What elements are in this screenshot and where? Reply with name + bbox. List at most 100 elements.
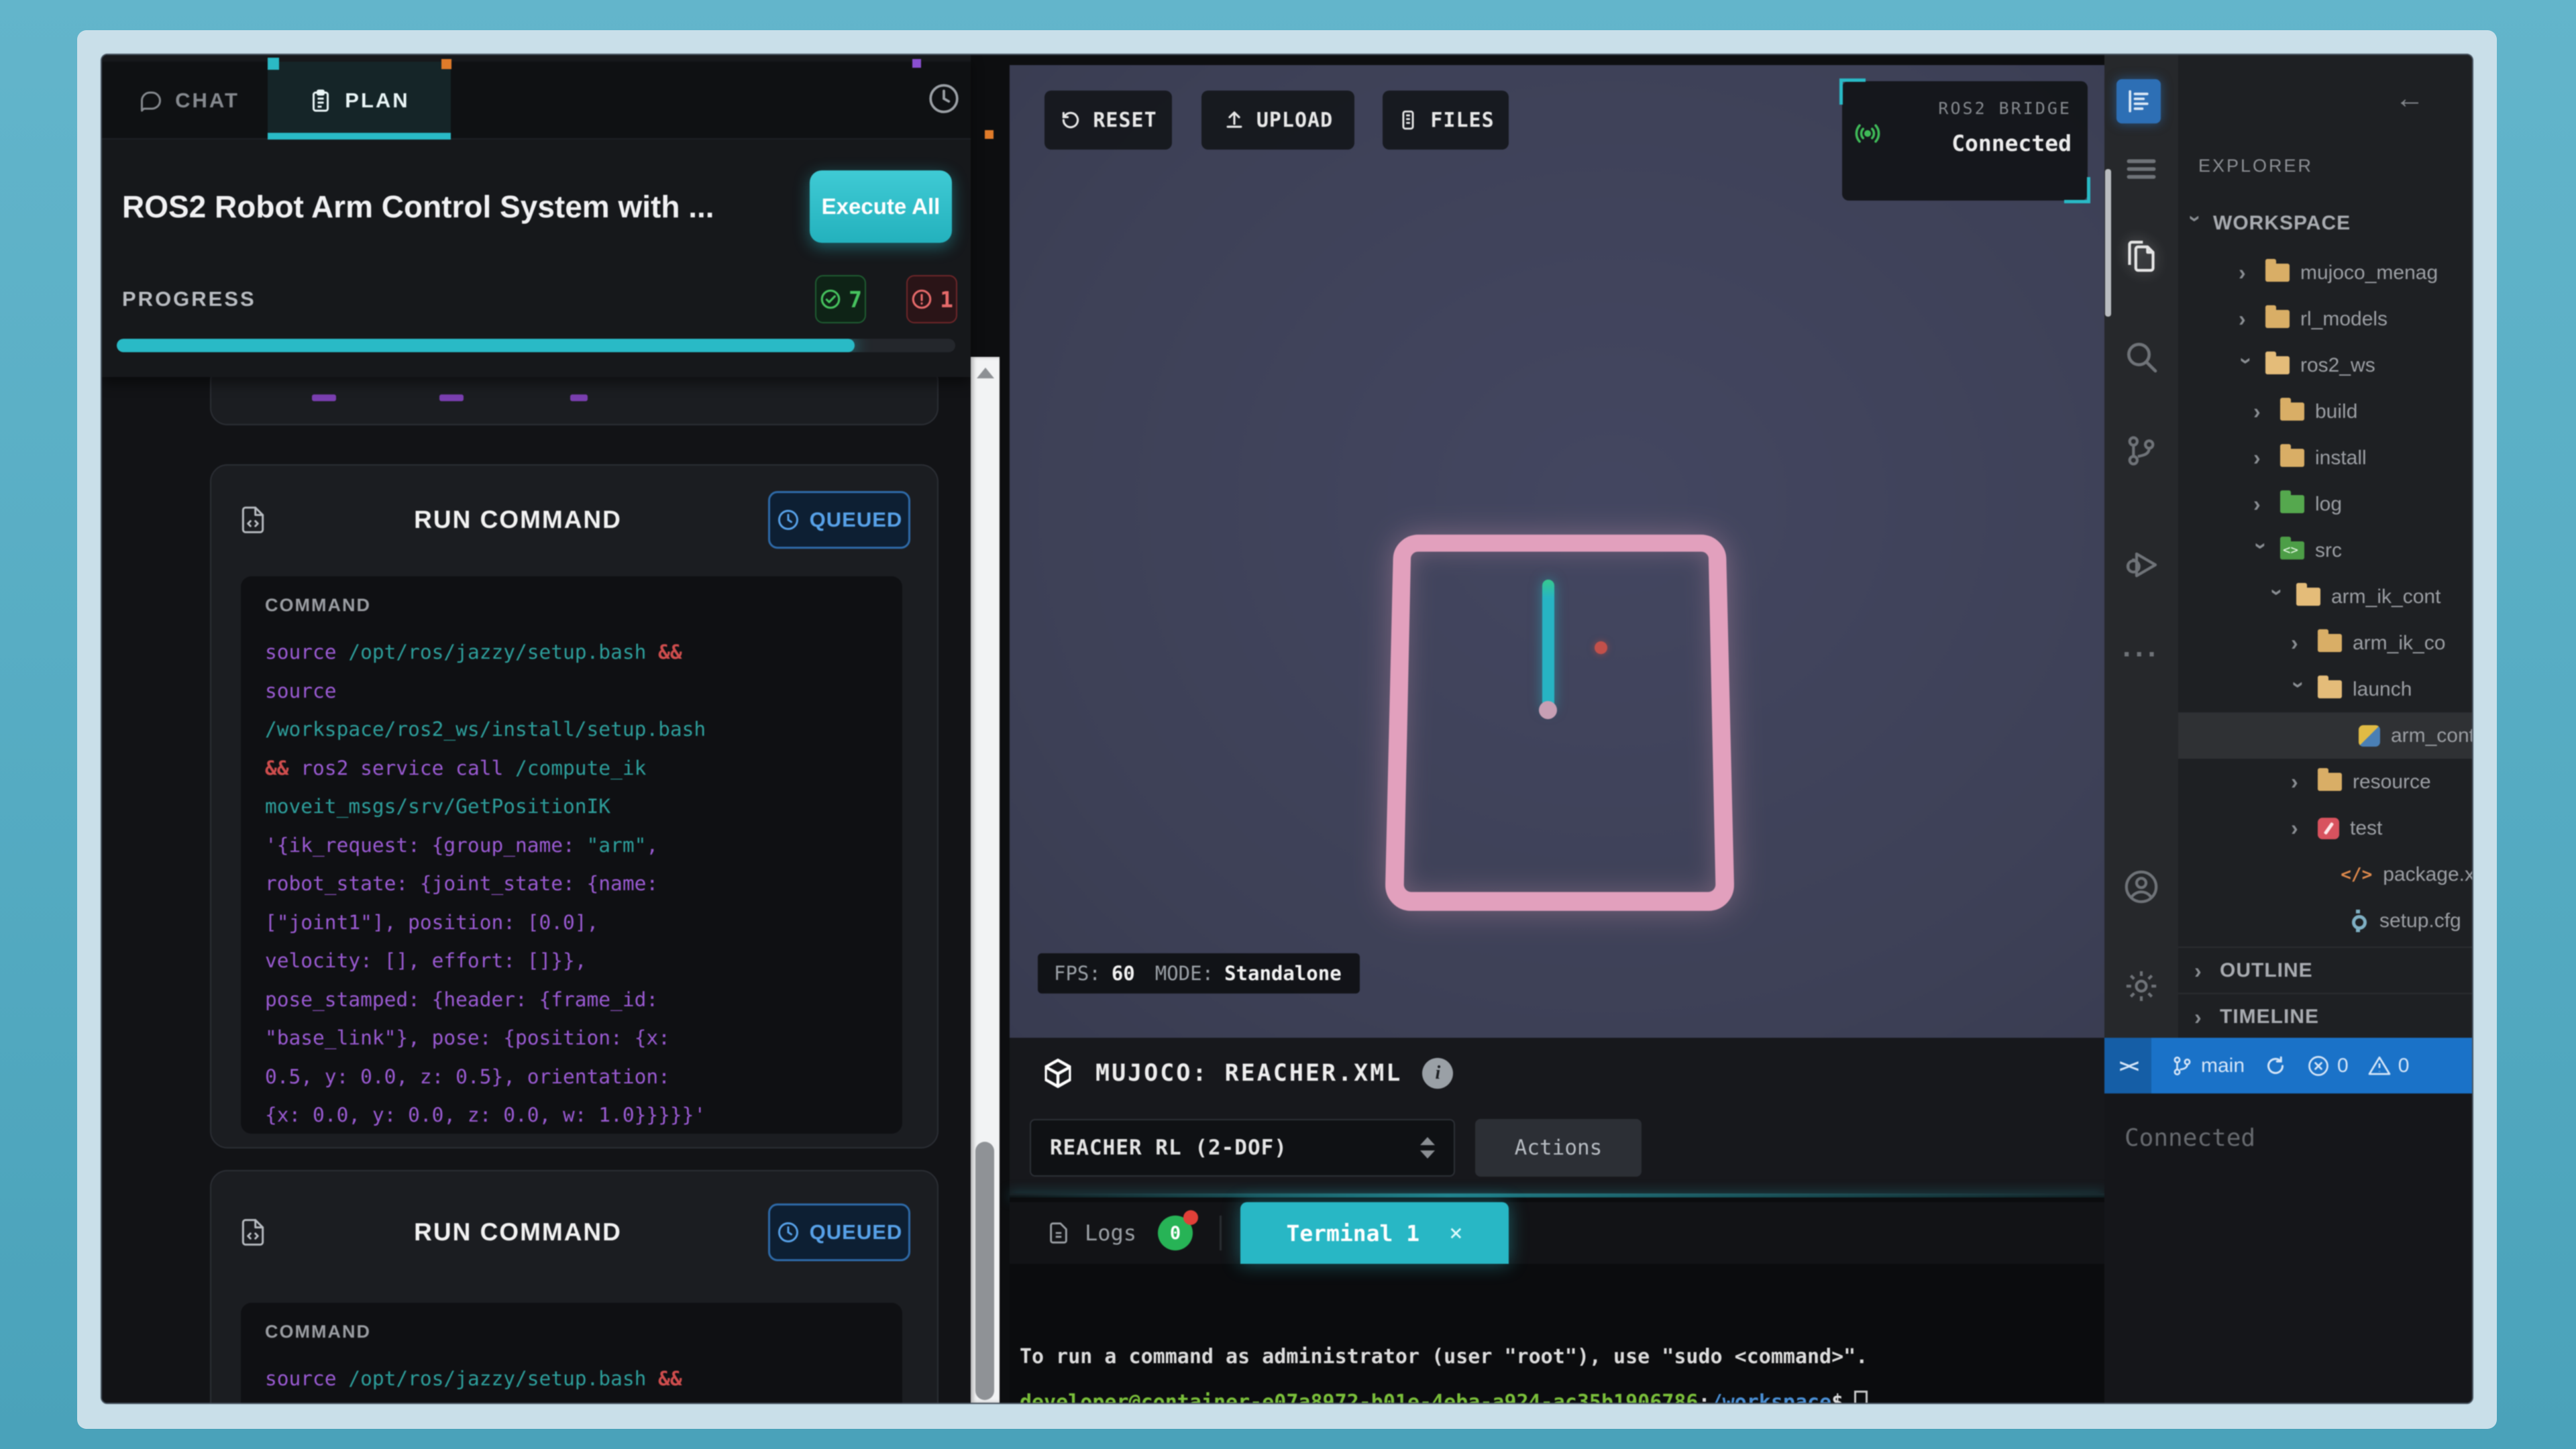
warnings-item[interactable]: 0 <box>2367 1054 2410 1078</box>
tab-plan[interactable]: PLAN <box>268 62 451 140</box>
tab-chat[interactable]: CHAT <box>111 62 268 140</box>
tree-item-arm_ik_cont[interactable]: › arm_ik_cont <box>2178 574 2473 620</box>
remote-indicator[interactable]: >< <box>2104 1038 2151 1093</box>
timeline-section[interactable]: › TIMELINE <box>2178 993 2473 1038</box>
connection-footer: Connected <box>2104 1093 2473 1403</box>
chevron-down-icon: › <box>2249 543 2274 559</box>
tab-terminal-1[interactable]: Terminal 1 × <box>1240 1202 1509 1264</box>
archive-icon <box>1397 109 1419 131</box>
tree-item-resource[interactable]: ›resource <box>2178 759 2473 805</box>
connection-status: Connected <box>2125 1124 2255 1152</box>
tree-item-package.x[interactable]: </>package.x <box>2178 851 2473 898</box>
reacher-joint <box>1539 701 1557 719</box>
desktop-frame: RUN COMMAND QUEUED COMMAND source /opt/r… <box>77 30 2497 1429</box>
chevron-right-icon: › <box>2291 769 2307 794</box>
source-control-icon[interactable] <box>2120 429 2163 472</box>
viewport-scrollbar-thumb[interactable] <box>2105 169 2111 317</box>
outline-section[interactable]: › OUTLINE <box>2178 947 2473 994</box>
tree-item-mujoco_menag[interactable]: ›mujoco_menag <box>2178 250 2473 296</box>
tree-item-arm_cont[interactable]: arm_cont <box>2178 712 2473 759</box>
folder-icon <box>2265 264 2290 282</box>
tree-item-ros2_ws[interactable]: ›ros2_ws <box>2178 342 2473 388</box>
tab-divider <box>1220 1216 1222 1250</box>
terminal-tab-bar: Logs 0 Terminal 1 × <box>1010 1202 2104 1264</box>
command-line: velocity: [], effort: []}}, <box>265 942 878 981</box>
files-button[interactable]: FILES <box>1383 91 1509 150</box>
tree-item-log[interactable]: ›log <box>2178 481 2473 527</box>
alert-circle-icon <box>910 288 933 311</box>
search-icon[interactable] <box>2120 335 2163 378</box>
simulation-panel: RESET UPLOAD FILES ROS2 BRIDGE Connected <box>1010 55 2104 1403</box>
failed-badge: 1 <box>906 275 957 323</box>
tree-item-arm_ik_co[interactable]: ›arm_ik_co <box>2178 620 2473 666</box>
workspace-root[interactable]: › WORKSPACE <box>2188 211 2351 235</box>
tree-item-install[interactable]: ›install <box>2178 435 2473 481</box>
tab-bar: CHAT PLAN <box>102 62 971 140</box>
tree-item-setup.cfg[interactable]: setup.cfg <box>2178 898 2473 944</box>
model-select[interactable]: REACHER RL (2-DOF) <box>1030 1119 1455 1177</box>
terminal-line: To run a command as administrator (user … <box>1020 1341 2091 1373</box>
info-icon[interactable]: i <box>1422 1058 1453 1089</box>
scroll-up-arrow-icon[interactable] <box>977 368 994 378</box>
tree-item-src[interactable]: ›<>src <box>2178 527 2473 574</box>
activity-bar: ··· <box>2104 55 2178 1038</box>
tree-item-build[interactable]: ›build <box>2178 388 2473 435</box>
chevron-down-icon: › <box>2265 589 2290 605</box>
tree-item-test[interactable]: ›test <box>2178 805 2473 851</box>
test-flask-icon <box>2318 818 2339 839</box>
tree-item-label: launch <box>2353 678 2412 701</box>
prompt-user: developer@container-e07a8972-b01e-4eba-a… <box>1020 1387 1698 1404</box>
card-title: RUN COMMAND <box>268 1218 768 1246</box>
bridge-label: ROS2 BRIDGE <box>1889 99 2072 118</box>
command-line: '{ik_request: {group_name: "arm", <box>265 826 878 865</box>
folder-open-icon <box>2296 588 2320 606</box>
tab-logs[interactable]: Logs 0 <box>1047 1216 1193 1250</box>
chevron-down-icon: › <box>2235 358 2259 374</box>
chevron-right-icon: › <box>2194 959 2210 983</box>
reacher-arena <box>1385 535 1735 911</box>
more-actions-icon[interactable]: ··· <box>2120 633 2163 676</box>
app-logo-icon[interactable] <box>2116 79 2161 123</box>
terminal-panel: Logs 0 Terminal 1 × To run a command as … <box>1010 1197 2104 1403</box>
account-icon[interactable] <box>2120 865 2163 908</box>
mode-value: Standalone <box>1224 962 1342 985</box>
command-line: source /opt/ros/jazzy/setup.bash && <box>265 1360 878 1399</box>
explorer-files-icon[interactable] <box>2120 235 2163 278</box>
xml-file-icon: </> <box>2341 865 2372 885</box>
sync-button[interactable] <box>2263 1054 2288 1078</box>
command-line: source <box>265 672 878 711</box>
back-arrow-icon[interactable]: ← <box>2395 82 2424 115</box>
command-line: 0.5, y: 0.0, z: 0.5}, orientation: <box>265 1058 878 1097</box>
scrollbar-thumb[interactable] <box>975 1142 994 1400</box>
settings-gear-icon[interactable] <box>2120 965 2163 1008</box>
file-code-icon <box>238 502 268 538</box>
chevron-down-icon: › <box>2184 215 2208 231</box>
terminal-output[interactable]: To run a command as administrator (user … <box>1020 1278 2091 1403</box>
mode-label: MODE: <box>1155 962 1214 985</box>
chevron-right-icon: › <box>2253 399 2269 424</box>
plan-scroll-area[interactable]: RUN COMMAND QUEUED COMMAND source /opt/r… <box>102 377 971 1403</box>
close-icon[interactable]: × <box>1449 1220 1462 1246</box>
clock-icon <box>776 1220 800 1244</box>
select-chevrons-icon <box>1420 1137 1435 1159</box>
errors-item[interactable]: 0 <box>2306 1054 2349 1078</box>
upload-button[interactable]: UPLOAD <box>1201 91 1354 150</box>
run-debug-icon[interactable] <box>2120 543 2163 586</box>
actions-button[interactable]: Actions <box>1475 1119 1642 1177</box>
history-clock-button[interactable] <box>927 82 961 115</box>
logs-count-badge: 0 <box>1158 1216 1193 1250</box>
chevron-down-icon: › <box>2287 682 2312 698</box>
plan-panel: RUN COMMAND QUEUED COMMAND source /opt/r… <box>102 55 971 1403</box>
tree-item-label: arm_ik_co <box>2353 632 2445 655</box>
tree-item-rl_models[interactable]: ›rl_models <box>2178 296 2473 342</box>
menu-icon[interactable] <box>2120 148 2163 191</box>
reset-button[interactable]: RESET <box>1044 91 1172 150</box>
config-gear-icon <box>2347 910 2369 932</box>
git-branch-item[interactable]: main <box>2170 1054 2245 1078</box>
tree-item-launch[interactable]: › launch <box>2178 666 2473 712</box>
execute-all-button[interactable]: Execute All <box>810 170 952 243</box>
command-line: pose_stamped: {header: {frame_id: <box>265 981 878 1020</box>
mujoco-viewport[interactable]: RESET UPLOAD FILES ROS2 BRIDGE Connected <box>1010 65 2104 1038</box>
plan-scrollbar[interactable] <box>971 357 1000 1403</box>
tree-item-label: arm_ik_cont <box>2331 586 2440 608</box>
